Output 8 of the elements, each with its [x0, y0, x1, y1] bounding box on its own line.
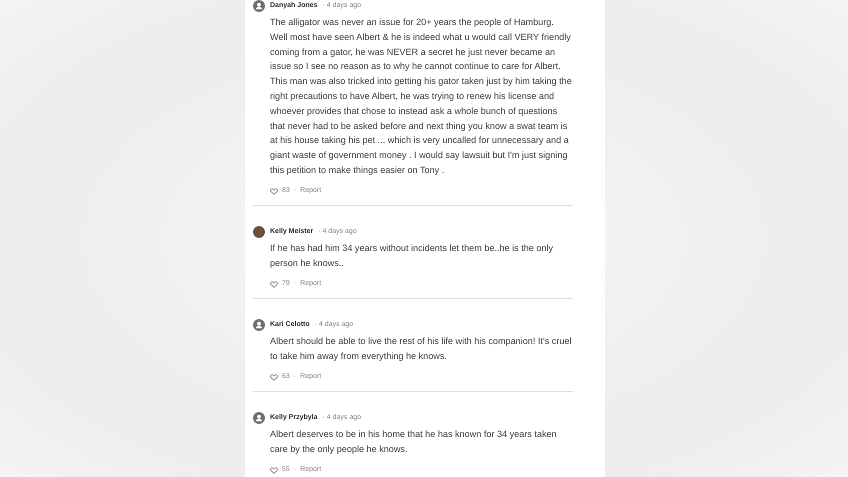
heart-icon[interactable]: [270, 188, 278, 195]
heart-icon[interactable]: [270, 280, 278, 288]
comment-text: Albert should be able to live the rest of his life with his companion! It's cruel to take him away from everything he knows.: [270, 335, 572, 364]
comment-text: The alligator was never an issue for 20+ years the people of Hamburg. Well most have seen Albert & he is indeed what u would call VERY friendly coming from a gator, he was NEVER a secret he just never became an issue so I see no reason as to why he cannot continue to care for Albert. This man was also tricked into getting his gator taken just by him taking the right precautions to have Albert, he was trying to renew his license and whoever provides that chose to instead ask a whole bunch of questions that never had to be asked before and next thing you know a swat team is at his house taking his pet ... which is very uncalled for unnecessary and a giant waste of government money . I would say lawsuit but I'm just signing this petition to make things easier on Tony .: [270, 16, 573, 177]
heart-icon[interactable]: [270, 466, 278, 474]
comment-text: If he has had him 34 years without incidents let them be..he is the only person he knows..: [270, 242, 554, 270]
heart-icon[interactable]: [270, 374, 278, 381]
comment-text: Albert deserves to be in his home that he has known for 34 years taken care by the only people he knows.: [270, 428, 558, 456]
